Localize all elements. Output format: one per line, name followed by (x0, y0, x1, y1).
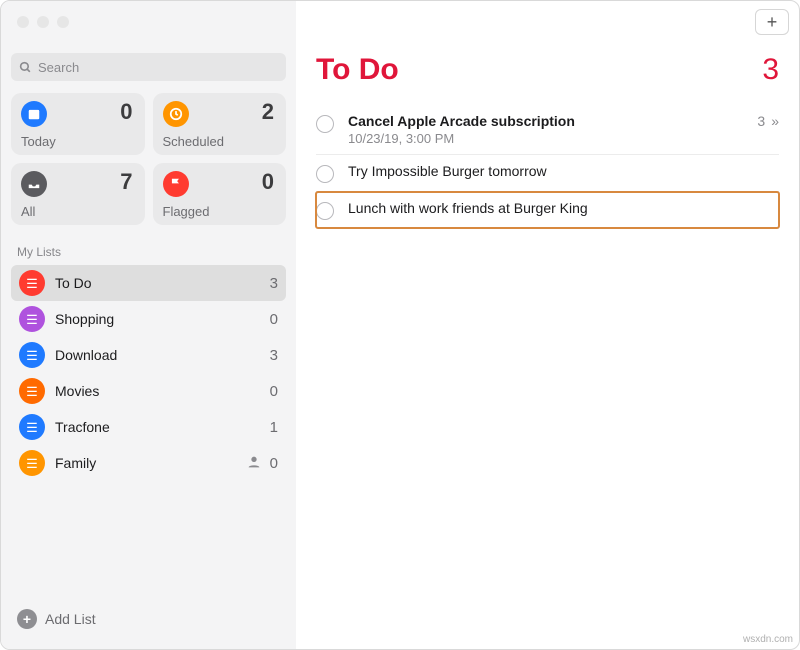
search-input[interactable]: Search (11, 53, 286, 81)
smart-today-count: 0 (120, 99, 132, 125)
list-name-label: Download (55, 347, 117, 363)
complete-checkbox[interactable] (316, 165, 334, 183)
list-bullet-icon: ☰ (19, 450, 45, 476)
reminder-item[interactable]: Try Impossible Burger tomorrow (316, 155, 779, 192)
list-row[interactable]: ☰ Download 3 (11, 337, 286, 373)
list-row[interactable]: ☰ Tracfone 1 (11, 409, 286, 445)
clock-icon (163, 101, 189, 127)
reminder-subtitle: 10/23/19, 3:00 PM (348, 131, 757, 146)
smart-scheduled[interactable]: 2 Scheduled (153, 93, 287, 155)
smart-flagged[interactable]: 0 Flagged (153, 163, 287, 225)
list-bullet-icon: ☰ (19, 378, 45, 404)
list-count-label: 1 (270, 419, 278, 436)
main-content: To Do 3 Cancel Apple Arcade subscription… (296, 1, 799, 649)
list-name-label: Tracfone (55, 419, 110, 435)
window-controls (17, 16, 69, 28)
my-lists-header: My Lists (17, 245, 280, 259)
plus-circle-icon: + (17, 609, 37, 629)
list-row[interactable]: ☰ Movies 0 (11, 373, 286, 409)
calendar-icon (21, 101, 47, 127)
subtask-count: 3 (757, 113, 765, 129)
search-icon (19, 61, 32, 74)
smart-scheduled-label: Scheduled (163, 134, 224, 149)
complete-checkbox[interactable] (316, 202, 334, 220)
reminder-title: Lunch with work friends at Burger King (348, 200, 779, 216)
list-count-label: 0 (270, 455, 278, 472)
list-title: To Do (316, 53, 399, 87)
add-list-button[interactable]: + Add List (11, 599, 286, 639)
reminder-item[interactable]: Lunch with work friends at Burger King (316, 192, 779, 228)
minimize-dot[interactable] (37, 16, 49, 28)
user-lists: ☰ To Do 3 ☰ Shopping 0 ☰ Download 3 ☰ Movies 0 ☰ Trac… (11, 265, 286, 481)
close-dot[interactable] (17, 16, 29, 28)
sidebar: Search 0 Today 2 Scheduled (1, 1, 296, 649)
list-count: 3 (762, 53, 779, 87)
list-row[interactable]: ☰ Shopping 0 (11, 301, 286, 337)
smart-flagged-label: Flagged (163, 204, 210, 219)
smart-today[interactable]: 0 Today (11, 93, 145, 155)
smart-scheduled-count: 2 (262, 99, 274, 125)
list-count-label: 0 (270, 311, 278, 328)
smart-all[interactable]: 7 All (11, 163, 145, 225)
reminder-title: Cancel Apple Arcade subscription (348, 113, 757, 129)
smart-all-count: 7 (120, 169, 132, 195)
add-list-label: Add List (45, 611, 96, 627)
search-placeholder: Search (38, 60, 79, 75)
list-name-label: Movies (55, 383, 99, 399)
app-window: + Search 0 Today 2 Scheduled (0, 0, 800, 650)
list-name-label: Family (55, 455, 96, 471)
flag-icon (163, 171, 189, 197)
list-bullet-icon: ☰ (19, 306, 45, 332)
list-name-label: To Do (55, 275, 92, 291)
list-row[interactable]: ☰ Family 0 (11, 445, 286, 481)
zoom-dot[interactable] (57, 16, 69, 28)
list-bullet-icon: ☰ (19, 414, 45, 440)
chevron-right-icon: » (771, 113, 779, 129)
list-row[interactable]: ☰ To Do 3 (11, 265, 286, 301)
reminder-title: Try Impossible Burger tomorrow (348, 163, 779, 179)
reminder-meta: 3» (757, 113, 779, 129)
list-name-label: Shopping (55, 311, 114, 327)
list-bullet-icon: ☰ (19, 270, 45, 296)
list-count-label: 3 (270, 275, 278, 292)
shared-icon (246, 454, 262, 473)
watermark: wsxdn.com (743, 634, 793, 645)
smart-all-label: All (21, 204, 35, 219)
list-header: To Do 3 (316, 53, 779, 87)
smart-lists: 0 Today 2 Scheduled 7 All (11, 93, 286, 225)
reminder-items: Cancel Apple Arcade subscription 10/23/19… (316, 105, 779, 228)
list-count-label: 3 (270, 347, 278, 364)
smart-today-label: Today (21, 134, 56, 149)
reminder-item[interactable]: Cancel Apple Arcade subscription 10/23/19… (316, 105, 779, 155)
list-bullet-icon: ☰ (19, 342, 45, 368)
smart-flagged-count: 0 (262, 169, 274, 195)
list-count-label: 0 (270, 383, 278, 400)
tray-icon (21, 171, 47, 197)
complete-checkbox[interactable] (316, 115, 334, 133)
